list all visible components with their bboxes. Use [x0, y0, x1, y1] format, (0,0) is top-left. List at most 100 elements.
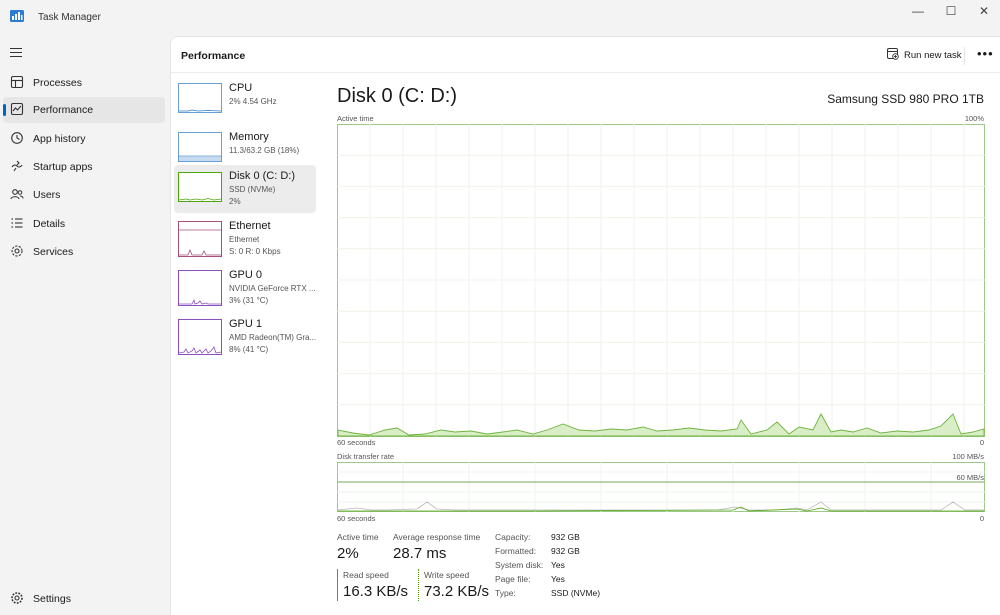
cpu-thumbnail — [178, 83, 222, 113]
write-speed-marker — [418, 569, 419, 601]
sidebar-item-services[interactable]: Services — [3, 239, 165, 265]
sidebar-item-users[interactable]: Users — [3, 182, 165, 208]
prop-key: Capacity: — [495, 532, 531, 542]
sidebar-item-processes[interactable]: Processes — [3, 70, 165, 96]
prop-key: Type: — [495, 588, 516, 598]
transfer-rate-graph — [337, 462, 985, 512]
users-icon — [10, 189, 24, 200]
write-speed-caption: Write speed — [424, 570, 470, 580]
read-speed-value: 16.3 KB/s — [343, 583, 409, 600]
gpu1-thumbnail — [178, 319, 222, 355]
close-button[interactable]: ✕ — [969, 3, 999, 19]
prop-key: System disk: — [495, 560, 544, 570]
read-speed-caption: Read speed — [343, 570, 389, 580]
prop-value: Yes — [551, 560, 565, 570]
device-detail: SSD (NVMe) — [229, 185, 276, 194]
transfer-rate-line-label: 60 MB/s — [956, 473, 984, 482]
active-time-graph-max: 100% — [964, 114, 984, 123]
transfer-rate-graph-label: Disk transfer rate — [337, 452, 395, 461]
device-usage: 8% (41 °C) — [229, 345, 269, 354]
active-time-graph-label: Active time — [337, 114, 374, 123]
avg-response-caption: Average response time — [393, 532, 481, 542]
transfer-rate-x-label: 60 seconds — [337, 514, 376, 523]
prop-value: Yes — [551, 574, 565, 584]
sidebar-item-label: Details — [33, 218, 66, 230]
device-name: Disk 0 (C: D:) — [229, 170, 295, 182]
run-new-task-label: Run new task — [904, 50, 962, 61]
processes-icon — [10, 75, 24, 89]
main-panel: Performance Run new task ••• CPU 2% 4.54… — [170, 36, 1000, 615]
minimize-button[interactable]: — — [903, 3, 933, 19]
disk-model: Samsung SSD 980 PRO 1TB — [827, 92, 984, 106]
device-cpu[interactable]: CPU 2% 4.54 GHz — [174, 77, 316, 125]
write-speed-value: 73.2 KB/s — [424, 583, 490, 600]
device-detail: 2% 4.54 GHz — [229, 97, 277, 106]
sidebar-item-label: Settings — [33, 593, 71, 605]
sidebar-item-settings[interactable]: Settings — [3, 586, 165, 612]
device-ethernet[interactable]: Ethernet Ethernet S: 0 R: 0 Kbps — [174, 215, 316, 263]
transfer-rate-min: 0 — [979, 514, 984, 523]
prop-value: SSD (NVMe) — [551, 588, 601, 598]
more-options-button[interactable]: ••• — [977, 46, 994, 61]
sidebar-item-performance[interactable]: Performance — [3, 97, 165, 123]
device-name: Ethernet — [229, 220, 271, 232]
active-indicator — [3, 104, 6, 116]
sidebar-item-label: Users — [33, 189, 61, 201]
sidebar: Processes Performance App history Startu… — [0, 36, 170, 615]
device-name: GPU 1 — [229, 318, 263, 330]
prop-key: Formatted: — [495, 546, 537, 556]
services-icon — [11, 245, 23, 257]
run-task-icon — [887, 48, 899, 60]
header-separator — [171, 72, 1000, 73]
sidebar-item-label: Processes — [33, 77, 83, 89]
sidebar-item-label: Performance — [33, 104, 94, 116]
sidebar-item-app-history[interactable]: App history — [3, 126, 165, 152]
memory-thumbnail — [178, 132, 222, 162]
sidebar-item-startup-apps[interactable]: Startup apps — [3, 154, 165, 180]
page-title: Performance — [181, 50, 246, 62]
header-divider — [964, 47, 965, 65]
device-gpu-1[interactable]: GPU 1 AMD Radeon(TM) Gra... 8% (41 °C) — [174, 313, 316, 361]
active-time-caption: Active time — [337, 532, 379, 542]
sidebar-item-label: Services — [33, 246, 74, 258]
window-title: Task Manager — [38, 12, 101, 23]
gpu0-thumbnail — [178, 270, 222, 306]
device-usage: 3% (31 °C) — [229, 296, 269, 305]
device-name: CPU — [229, 82, 253, 94]
performance-icon — [10, 102, 24, 116]
sidebar-item-details[interactable]: Details — [3, 211, 165, 237]
maximize-button[interactable]: ☐ — [936, 3, 966, 19]
device-detail: NVIDIA GeForce RTX ... — [229, 284, 316, 293]
device-detail: AMD Radeon(TM) Gra... — [229, 333, 317, 342]
device-usage: S: 0 R: 0 Kbps — [229, 247, 281, 256]
prop-value: 932 GB — [551, 546, 580, 556]
active-time-min: 0 — [979, 438, 984, 447]
transfer-rate-graph-max: 100 MB/s — [952, 452, 984, 461]
ethernet-thumbnail — [178, 221, 222, 257]
device-gpu-0[interactable]: GPU 0 NVIDIA GeForce RTX ... 3% (31 °C) — [174, 264, 316, 312]
prop-key: Page file: — [495, 574, 531, 584]
device-detail: Ethernet — [229, 235, 260, 244]
task-manager-logo-icon — [10, 10, 24, 22]
details-icon — [11, 218, 23, 228]
startup-icon — [11, 160, 23, 172]
sidebar-item-label: App history — [33, 133, 86, 145]
avg-response-value: 28.7 ms — [393, 545, 447, 562]
hamburger-menu-icon[interactable] — [10, 48, 22, 60]
disk-title: Disk 0 (C: D:) — [337, 85, 457, 107]
device-name: Memory — [229, 131, 269, 143]
title-bar: Task Manager — ☐ ✕ — [0, 0, 1000, 36]
device-disk-0[interactable]: Disk 0 (C: D:) SSD (NVMe) 2% — [174, 165, 316, 213]
history-icon — [11, 132, 23, 144]
device-detail: 11.3/63.2 GB (18%) — [229, 146, 300, 155]
gear-icon — [11, 592, 23, 604]
prop-value: 932 GB — [551, 532, 580, 542]
sidebar-item-label: Startup apps — [33, 161, 93, 173]
active-time-graph — [337, 124, 985, 437]
device-usage: 2% — [229, 197, 241, 206]
active-time-x-label: 60 seconds — [337, 438, 376, 447]
read-speed-marker — [337, 569, 338, 601]
device-name: GPU 0 — [229, 269, 263, 281]
disk-thumbnail — [178, 172, 222, 202]
active-time-value: 2% — [337, 545, 359, 562]
